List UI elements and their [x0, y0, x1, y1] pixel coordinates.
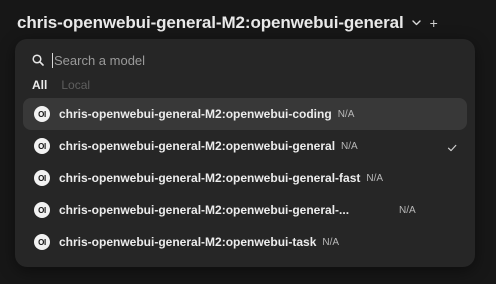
- model-dropdown: All Local OI chris-openwebui-general-M2:…: [15, 39, 475, 267]
- openwebui-logo-icon: OI: [34, 202, 50, 218]
- openwebui-logo-icon: OI: [34, 106, 50, 122]
- model-status-badge: N/A: [366, 172, 384, 184]
- model-name: chris-openwebui-general-M2:openwebui-gen…: [59, 139, 336, 153]
- model-name: chris-openwebui-general-M2:openwebui-cod…: [59, 107, 332, 121]
- tab-local[interactable]: Local: [61, 78, 90, 92]
- model-status-badge: N/A: [399, 204, 416, 216]
- openwebui-logo-icon: OI: [34, 234, 50, 250]
- model-item-task[interactable]: OI chris-openwebui-general-M2:openwebui-…: [23, 226, 467, 258]
- search-row: [31, 51, 434, 69]
- model-item-general-truncated[interactable]: OI chris-openwebui-general-M2:openwebui-…: [23, 194, 467, 226]
- model-selector-header[interactable]: chris-openwebui-general-M2:openwebui-gen…: [17, 12, 438, 34]
- checkmark-icon: [447, 140, 459, 152]
- model-status-badge: N/A: [341, 140, 358, 152]
- openwebui-logo-icon: OI: [34, 138, 50, 154]
- model-status-badge: N/A: [337, 108, 355, 120]
- filter-tabs: All Local: [32, 78, 90, 92]
- tab-all[interactable]: All: [32, 78, 47, 92]
- model-name: chris-openwebui-general-M2:openwebui-gen…: [59, 171, 361, 185]
- add-model-button[interactable]: +: [430, 16, 438, 30]
- search-icon: [31, 53, 45, 67]
- model-item-coding[interactable]: OI chris-openwebui-general-M2:openwebui-…: [23, 98, 467, 130]
- model-item-general-fast[interactable]: OI chris-openwebui-general-M2:openwebui-…: [23, 162, 467, 194]
- search-input[interactable]: [52, 52, 434, 68]
- model-name: chris-openwebui-general-M2:openwebui-tas…: [59, 235, 317, 249]
- openwebui-logo-icon: OI: [34, 170, 50, 186]
- model-status-badge: N/A: [322, 236, 340, 248]
- selected-model-title[interactable]: chris-openwebui-general-M2:openwebui-gen…: [17, 13, 404, 33]
- model-list: OI chris-openwebui-general-M2:openwebui-…: [23, 98, 467, 258]
- chevron-down-icon[interactable]: [412, 18, 422, 28]
- model-item-general[interactable]: OI chris-openwebui-general-M2:openwebui-…: [23, 130, 467, 162]
- model-name: chris-openwebui-general-M2:openwebui-gen…: [59, 203, 350, 217]
